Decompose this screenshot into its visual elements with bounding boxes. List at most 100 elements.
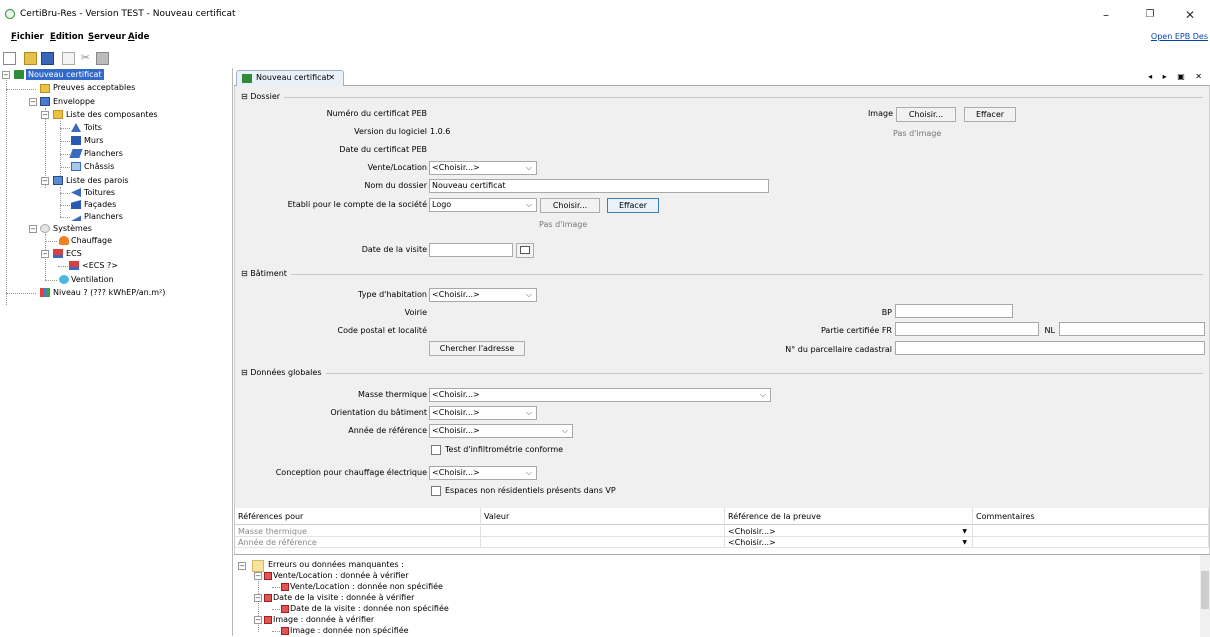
paste-icon[interactable] [96,52,109,65]
table-row-comment[interactable] [973,526,1209,537]
table-row-preuve-select[interactable]: <Choisir...> ▼ [725,526,973,537]
image-effacer-button[interactable]: Effacer [964,107,1016,122]
close-window-button[interactable]: ✕ [1176,6,1204,24]
errors-scroll-thumb[interactable] [1201,571,1209,609]
open-folder-icon[interactable] [24,52,37,65]
parcellaire-input[interactable] [895,341,1205,355]
partie-fr-input[interactable] [895,322,1039,336]
expand-composantes-icon[interactable]: − [41,111,49,119]
expand-root-icon[interactable]: − [2,71,10,79]
date-visite-input[interactable] [429,243,513,257]
partie-nl-input[interactable] [1059,322,1205,336]
tree-item-niveau[interactable]: Niveau ? (??? kWhEP/an.m²) [53,287,165,298]
expand-parois-icon[interactable]: − [41,177,49,185]
masse-thermique-select[interactable]: <Choisir...> ⌵ [429,388,771,402]
error-item[interactable]: Image : donnée non spécifiée [290,626,409,636]
etabli-select[interactable]: Logo ⌵ [429,198,537,212]
toiture-icon [71,188,81,197]
tree-item-liste-parois[interactable]: Liste des parois [66,175,129,186]
chercher-adresse-button[interactable]: Chercher l'adresse [429,341,525,356]
tree-item-chauffage[interactable]: Chauffage [71,235,112,246]
expand-error-1-icon[interactable]: − [254,572,262,580]
tab-close-icon[interactable]: ✕ [328,71,335,85]
menu-edition[interactable]: Edition [50,32,84,42]
version-logiciel-value: 1.0.6 [430,127,451,136]
error-item[interactable]: Date de la visite : donnée non spécifiée [290,604,449,614]
maximize-button[interactable]: ❐ [1136,6,1164,24]
nom-dossier-input[interactable]: Nouveau certificat [429,179,769,193]
error-item[interactable]: Image : donnée à vérifier [273,615,374,625]
vente-location-select[interactable]: <Choisir...> ⌵ [429,161,537,175]
error-item[interactable]: Date de la visite : donnée à vérifier [273,593,414,603]
tree-item-preuves[interactable]: Preuves acceptables [53,82,135,93]
menu-aide[interactable]: Aide [128,32,149,42]
ecs-icon [53,249,63,258]
conception-chauffage-select[interactable]: <Choisir...> ⌵ [429,466,537,480]
menu-fichier[interactable]: Fichier [11,32,44,42]
error-icon [264,616,272,624]
expand-error-3-icon[interactable]: − [254,616,262,624]
error-icon [281,627,289,635]
column-header-commentaires[interactable]: Commentaires [973,508,1209,525]
table-row-valeur[interactable] [481,526,725,537]
table-row-preuve-select[interactable]: <Choisir...> ▼ [725,537,973,548]
tree-item-systemes[interactable]: Systèmes [53,223,92,234]
type-habitation-select[interactable]: <Choisir...> ⌵ [429,288,537,302]
bp-input[interactable] [895,304,1013,318]
code-postal-label: Code postal et localité [337,326,428,335]
column-header-valeur[interactable]: Valeur [481,508,725,525]
copy-icon[interactable] [62,52,75,65]
tree-item-planchers-parois[interactable]: Planchers [84,211,123,222]
table-row-comment[interactable] [973,537,1209,548]
open-epb-link[interactable]: Open EPB Des [1151,32,1208,41]
section-batiment[interactable]: ⊟ Bâtiment [241,269,291,278]
tree-item-murs[interactable]: Murs [84,135,103,146]
test-infiltrometrie-checkbox[interactable] [431,445,441,455]
errors-root[interactable]: Erreurs ou données manquantes : [268,560,404,570]
tree-item-ecs-child[interactable]: <ECS ?> [82,260,118,271]
errors-scrollbar[interactable] [1200,555,1210,637]
expand-systemes-icon[interactable]: − [29,225,37,233]
espaces-non-residentiels-checkbox[interactable] [431,486,441,496]
tree-item-ecs[interactable]: ECS [66,248,82,259]
tab-label: Nouveau certificat [256,73,330,82]
orientation-select[interactable]: <Choisir...> ⌵ [429,406,537,420]
section-donnees-globales[interactable]: ⊟ Données globales [241,368,326,377]
certificate-tab-icon [242,74,252,83]
column-header-references[interactable]: Références pour [235,508,481,525]
tree-item-toits[interactable]: Toits [84,122,102,133]
tree-item-planchers[interactable]: Planchers [84,148,123,159]
expand-ecs-icon[interactable]: − [41,250,49,258]
expand-error-2-icon[interactable]: − [254,594,262,602]
calendar-button[interactable] [516,243,534,258]
annee-reference-select[interactable]: <Choisir...> ⌵ [429,424,573,438]
minimize-button[interactable]: – [1092,6,1120,24]
error-item[interactable]: Vente/Location : donnée non spécifiée [290,582,443,592]
error-item[interactable]: Vente/Location : donnée à vérifier [273,571,409,581]
tab-nouveau-certificat[interactable]: Nouveau certificat ✕ [236,70,344,86]
save-icon[interactable] [41,52,54,65]
tab-controls[interactable]: ◂ ▸ ▣ ✕ [1148,72,1206,81]
societe-choisir-button[interactable]: Choisir... [540,198,600,213]
expand-errors-icon[interactable]: − [238,562,246,570]
cut-icon[interactable]: ✂ [79,52,92,65]
expand-enveloppe-icon[interactable]: − [29,98,37,106]
tree-item-ventilation[interactable]: Ventilation [71,274,114,285]
section-dossier[interactable]: ⊟ Dossier [241,92,285,101]
tree-item-facades[interactable]: Façades [84,199,116,210]
tree-item-toitures[interactable]: Toitures [84,187,115,198]
tree-item-liste-composantes[interactable]: Liste des composantes [66,109,158,120]
menu-serveur[interactable]: Serveur [88,32,126,42]
column-header-preuve[interactable]: Référence de la preuve [725,508,973,525]
table-row-valeur[interactable] [481,537,725,548]
systemes-icon [40,224,50,233]
societe-effacer-button[interactable]: Effacer [607,198,659,213]
image-choisir-button[interactable]: Choisir... [896,107,956,122]
chauffage-icon [59,236,69,245]
tree-item-enveloppe[interactable]: Enveloppe [53,96,95,107]
tree-item-nouveau-certificat[interactable]: Nouveau certificat [26,69,104,80]
error-icon [281,583,289,591]
new-file-icon[interactable] [3,52,16,65]
tree-item-chassis[interactable]: Châssis [84,161,114,172]
date-certificat-label: Date du certificat PEB [339,145,427,154]
